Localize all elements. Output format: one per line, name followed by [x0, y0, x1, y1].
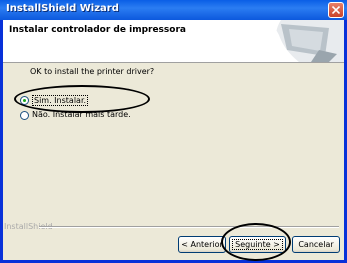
- hand-drawn-circle-annotation: [14, 85, 150, 113]
- monitor-graphic-icon: [259, 20, 344, 62]
- close-icon: [332, 6, 340, 14]
- hand-drawn-circle-annotation: [221, 223, 291, 261]
- footer-divider-highlight: [39, 227, 339, 228]
- title-bar[interactable]: InstallShield Wizard: [0, 0, 347, 20]
- close-button[interactable]: [328, 2, 344, 18]
- wizard-header: Instalar controlador de impressora: [3, 20, 344, 63]
- radio-install-later[interactable]: [20, 111, 29, 120]
- install-prompt: OK to install the printer driver?: [30, 67, 155, 76]
- back-button[interactable]: < Anterior: [178, 236, 226, 253]
- cancel-button[interactable]: Cancelar: [292, 236, 340, 253]
- header-title: Instalar controlador de impressora: [9, 25, 186, 35]
- window-title: InstallShield Wizard: [6, 3, 119, 14]
